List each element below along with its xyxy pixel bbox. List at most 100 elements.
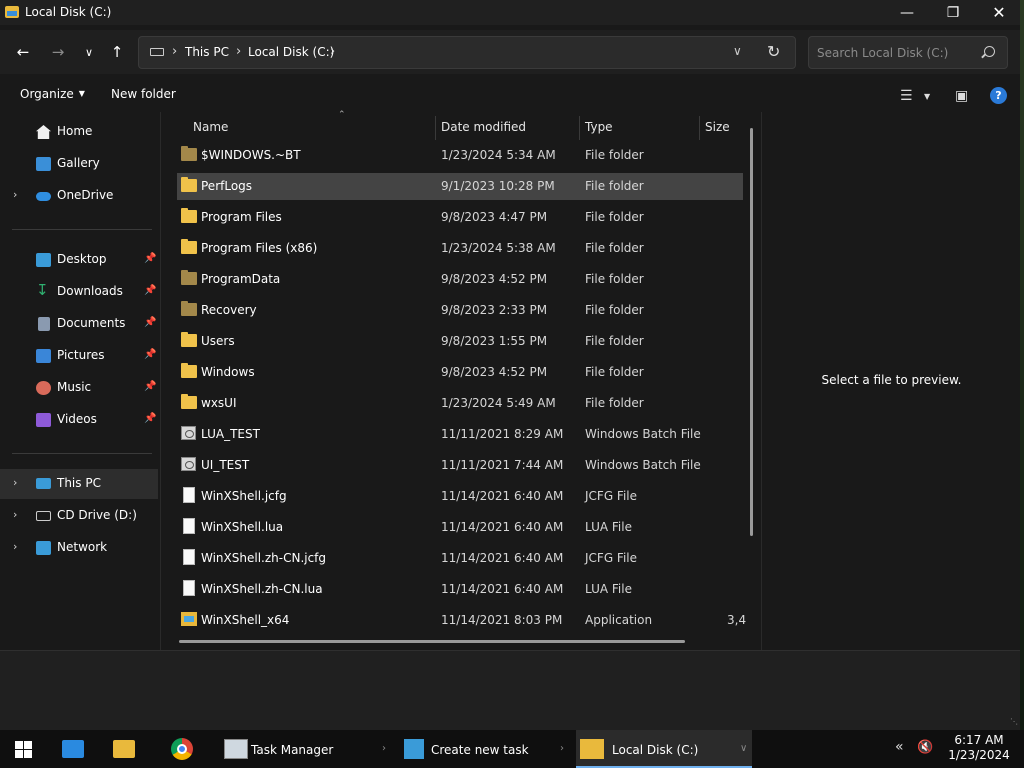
chevron-right-icon[interactable]: › [13, 476, 17, 489]
sidebar-item-label: CD Drive (D:) [57, 508, 137, 522]
search-icon[interactable] [984, 46, 995, 57]
chevron-right-icon: › [382, 743, 386, 754]
sidebar-item-videos[interactable]: Videos 📌 [0, 405, 158, 435]
folder-icon [580, 739, 604, 759]
chevron-right-icon[interactable]: › [13, 188, 17, 201]
table-row[interactable]: WinXShell.zh-CN.jcfg 11/14/2021 6:40 AM JC… [177, 545, 743, 572]
explorer-window: Local Disk (C:) — ❐ ✕ ← → ∨ ↑ › This PC … [0, 0, 1024, 730]
taskbar-item-label: Create new task [431, 743, 529, 757]
recent-locations-button[interactable]: ∨ [77, 40, 101, 64]
sidebar-item-onedrive[interactable]: › OneDrive [0, 181, 158, 211]
pin-icon[interactable]: 📌 [144, 381, 156, 392]
application-icon [181, 612, 197, 626]
folder-icon [181, 394, 197, 409]
folder-icon [181, 270, 197, 285]
refresh-icon[interactable]: ↻ [767, 42, 780, 61]
sidebar-item-downloads[interactable]: ↧ Downloads 📌 [0, 277, 158, 307]
pin-icon[interactable]: 📌 [144, 253, 156, 264]
show-hidden-icons-icon[interactable]: « [895, 739, 904, 755]
desktop-taskbar-icon[interactable] [62, 740, 84, 758]
table-row[interactable]: LUA_TEST 11/11/2021 8:29 AM Windows Batch … [177, 421, 743, 448]
home-icon [36, 125, 51, 139]
help-icon[interactable]: ? [990, 87, 1007, 104]
file-type: JCFG File [585, 489, 638, 503]
taskbar-item-create-new-task[interactable]: Create new task › [400, 730, 572, 768]
table-row[interactable]: WinXShell.jcfg 11/14/2021 6:40 AM JCFG Fil… [177, 483, 743, 510]
vertical-scrollbar[interactable] [750, 128, 753, 536]
chevron-right-icon[interactable]: › [13, 540, 17, 553]
back-button[interactable]: ← [11, 40, 35, 64]
column-divider[interactable] [579, 116, 580, 140]
table-row[interactable]: PerfLogs 9/1/2023 10:28 PM File folder [177, 173, 743, 200]
taskbar-item-local-disk[interactable]: Local Disk (C:) ∨ [576, 730, 752, 768]
table-row[interactable]: UI_TEST 11/11/2021 7:44 AM Windows Batch F… [177, 452, 743, 479]
table-row[interactable]: Program Files (x86) 1/23/2024 5:38 AM File… [177, 235, 743, 262]
sidebar-item-pictures[interactable]: Pictures 📌 [0, 341, 158, 371]
chevron-right-icon[interactable]: › [236, 44, 241, 59]
file-explorer-taskbar-icon[interactable] [113, 740, 135, 758]
table-row[interactable]: Users 9/8/2023 1:55 PM File folder [177, 328, 743, 355]
forward-button[interactable]: → [46, 40, 70, 64]
table-row[interactable]: $WINDOWS.~BT 1/23/2024 5:34 AM File folder [177, 142, 743, 169]
chevron-right-icon[interactable]: › [172, 44, 177, 59]
horizontal-scrollbar[interactable] [179, 640, 685, 643]
close-button[interactable]: ✕ [976, 0, 1022, 25]
column-header-size[interactable]: Size [705, 116, 745, 140]
sidebar-item-documents[interactable]: Documents 📌 [0, 309, 158, 339]
maximize-button[interactable]: ❐ [930, 0, 976, 25]
sidebar-item-cd-drive[interactable]: › CD Drive (D:) [0, 501, 158, 531]
chevron-right-icon[interactable]: › [13, 508, 17, 521]
table-row[interactable]: Program Files 9/8/2023 4:47 PM File folder [177, 204, 743, 231]
volume-muted-icon[interactable]: 🔇 [917, 740, 933, 755]
sidebar-item-network[interactable]: › Network [0, 533, 158, 563]
column-header-date[interactable]: Date modified [441, 116, 579, 140]
organize-button[interactable]: Organize ▼ [20, 87, 85, 101]
sidebar-item-home[interactable]: Home [0, 117, 158, 147]
chevron-down-icon[interactable]: ∨ [733, 44, 742, 58]
table-row[interactable]: Recovery 9/8/2023 2:33 PM File folder [177, 297, 743, 324]
sidebar-item-gallery[interactable]: Gallery [0, 149, 158, 179]
sidebar-item-label: Music [57, 380, 92, 394]
column-header-name[interactable]: ⌃ Name [193, 110, 435, 140]
table-row[interactable]: WinXShell_x64 11/14/2021 8:03 PM Applicati… [177, 607, 746, 634]
sidebar-item-label: This PC [57, 476, 101, 490]
column-header-type[interactable]: Type [585, 116, 699, 140]
view-options-caret-icon[interactable]: ▼ [924, 92, 930, 101]
table-row[interactable]: WinXShell.zh-CN.lua 11/14/2021 6:40 AM LUA… [177, 576, 743, 603]
breadcrumb-this-pc[interactable]: This PC [185, 45, 229, 59]
folder-icon [181, 146, 197, 161]
taskbar-item-task-manager[interactable]: Task Manager › [220, 730, 396, 768]
pin-icon[interactable]: 📌 [144, 285, 156, 296]
navigation-pane: Home Gallery › OneDrive Desktop 📌 ↧ Down… [0, 112, 160, 650]
file-type: Windows Batch File [585, 458, 701, 472]
column-divider[interactable] [699, 116, 700, 140]
start-icon[interactable] [15, 741, 32, 758]
preview-pane-icon[interactable]: ▣ [955, 88, 968, 104]
search-input[interactable] [809, 37, 979, 68]
breadcrumb-local-disk[interactable]: Local Disk (C:) [248, 45, 334, 59]
pin-icon[interactable]: 📌 [144, 317, 156, 328]
table-row[interactable]: ProgramData 9/8/2023 4:52 PM File folder [177, 266, 743, 293]
pin-icon[interactable]: 📌 [144, 413, 156, 424]
column-label: Size [705, 120, 730, 134]
file-date-modified: 9/8/2023 1:55 PM [441, 334, 548, 348]
column-divider[interactable] [435, 116, 436, 140]
sidebar-item-music[interactable]: Music 📌 [0, 373, 158, 403]
sidebar-item-this-pc[interactable]: › This PC [0, 469, 158, 499]
chrome-icon[interactable] [171, 738, 193, 760]
address-bar[interactable]: › This PC › Local Disk (C:) › ∨ ↻ [138, 36, 796, 69]
taskbar-clock[interactable]: 6:17 AM 1/23/2024 [938, 733, 1020, 763]
search-box[interactable] [808, 36, 1008, 69]
table-row[interactable]: WinXShell.lua 11/14/2021 6:40 AM LUA File [177, 514, 743, 541]
resize-grip-icon[interactable]: ⋱ [1010, 717, 1018, 726]
table-row[interactable]: Windows 9/8/2023 4:52 PM File folder [177, 359, 743, 386]
title-bar[interactable]: Local Disk (C:) — ❐ ✕ [0, 0, 1020, 25]
minimize-button[interactable]: — [884, 0, 930, 25]
up-button[interactable]: ↑ [105, 40, 129, 64]
pin-icon[interactable]: 📌 [144, 349, 156, 360]
sidebar-item-desktop[interactable]: Desktop 📌 [0, 245, 158, 275]
chevron-right-icon[interactable]: › [330, 44, 335, 59]
new-folder-button[interactable]: New folder [111, 87, 176, 101]
details-view-icon[interactable]: ☰ [900, 88, 913, 104]
table-row[interactable]: wxsUI 1/23/2024 5:49 AM File folder [177, 390, 743, 417]
